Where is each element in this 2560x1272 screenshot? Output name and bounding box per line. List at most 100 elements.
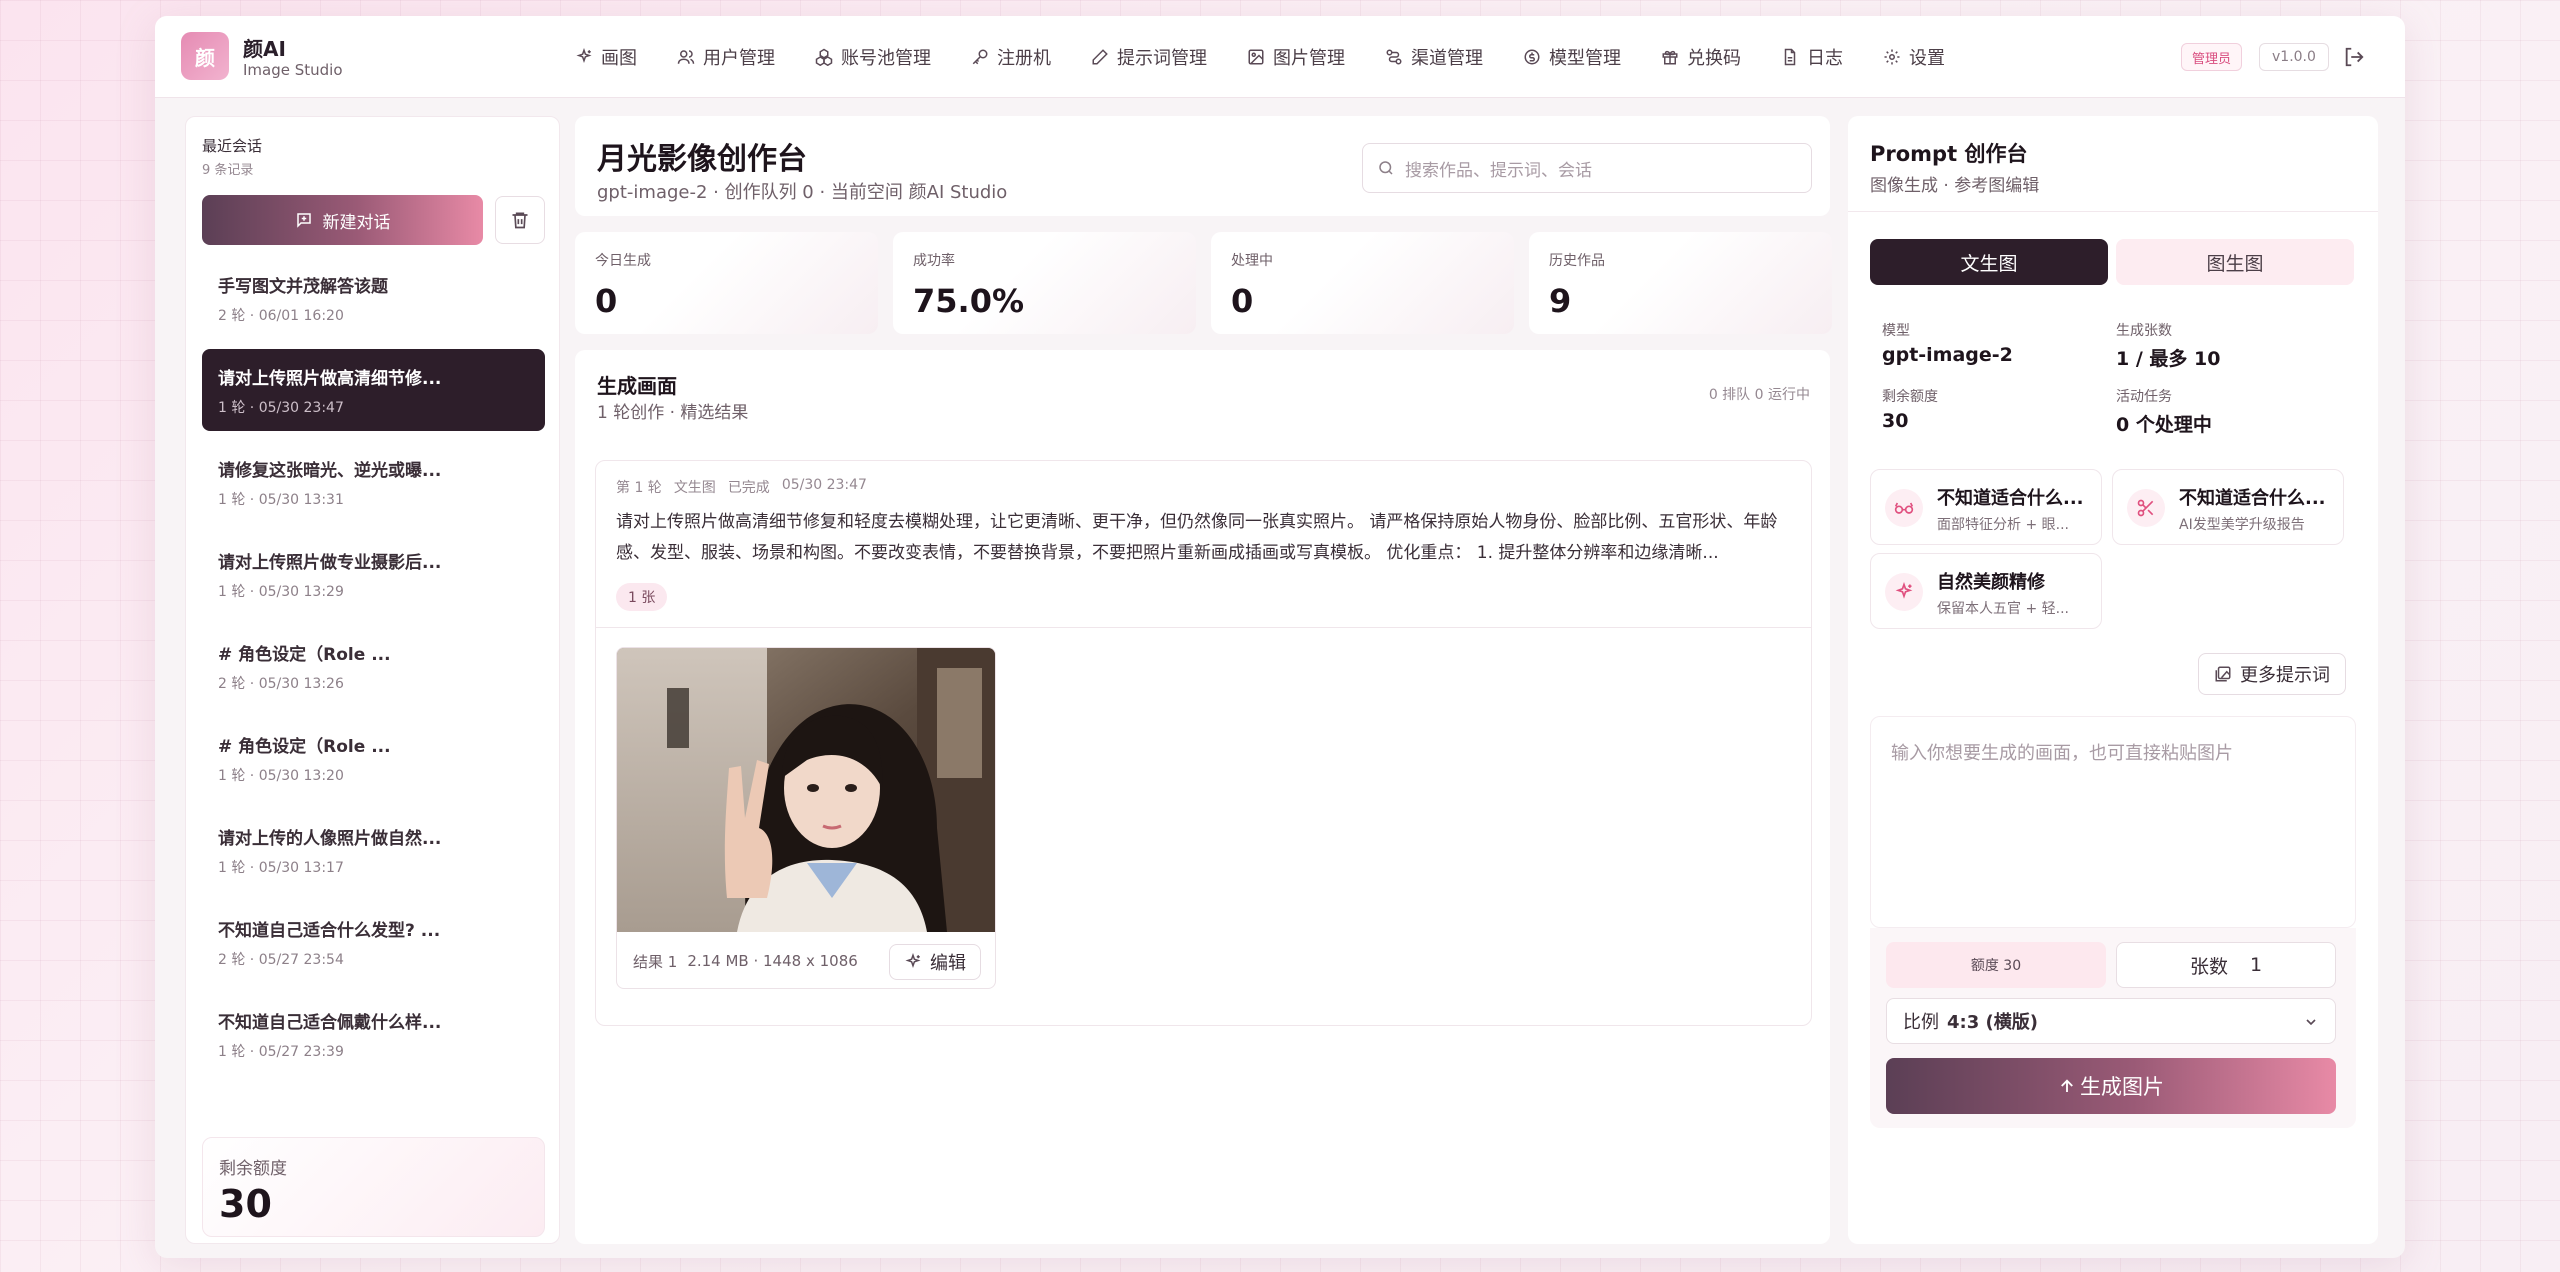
- conversation-item[interactable]: 请对上传照片做专业摄影后... 1 轮 · 05/30 13:29: [202, 533, 545, 615]
- prompt-textarea-container: [1870, 716, 2356, 928]
- brand-name: 颜AI: [243, 37, 286, 61]
- logout-icon[interactable]: [2343, 46, 2365, 68]
- conversation-item[interactable]: 请对上传的人像照片做自然... 1 轮 · 05/30 13:17: [202, 809, 545, 891]
- prompt-textarea[interactable]: [1871, 717, 2355, 927]
- edit-label: 编辑: [930, 953, 966, 974]
- count-value: 1 / 最多 10: [2116, 348, 2221, 370]
- chat-plus-icon: [295, 211, 313, 229]
- page-subtitle: gpt-image-2 · 创作队列 0 · 当前空间 颜AI Studio: [597, 182, 1008, 203]
- page-header-card: 月光影像创作台 gpt-image-2 · 创作队列 0 · 当前空间 颜AI …: [575, 116, 1830, 216]
- stat-value: 0: [595, 282, 618, 320]
- ratio-select[interactable]: 比例 4:3 (横版): [1886, 998, 2336, 1044]
- nav-item-redeem[interactable]: 兑换码: [1641, 37, 1761, 77]
- route-icon: [1385, 48, 1403, 66]
- version-badge: v1.0.0: [2259, 43, 2329, 71]
- task-card: 第 1 轮 文生图 已完成 05/30 23:47 请对上传照片做高清细节修复和…: [595, 460, 1812, 1026]
- nav-item-users[interactable]: 用户管理: [657, 37, 795, 77]
- conversation-title: 不知道自己适合什么发型? ...: [218, 921, 441, 941]
- image-stack-icon: [2214, 665, 2232, 683]
- nav-label: 日志: [1807, 48, 1843, 69]
- brand-logo[interactable]: 颜: [181, 32, 229, 80]
- remaining-quota-card: 剩余额度 30: [202, 1137, 545, 1237]
- template-title: 不知道适合什么...: [1937, 488, 2084, 509]
- conversation-meta: 1 轮 · 05/27 23:39: [218, 1044, 344, 1060]
- brand-subtitle: Image Studio: [243, 61, 343, 79]
- delete-button[interactable]: [495, 196, 545, 244]
- stat-label: 今日生成: [595, 253, 651, 269]
- tab-text-to-image[interactable]: 文生图: [1870, 239, 2108, 285]
- quota-label: 剩余额度: [1882, 389, 1938, 405]
- nav-item-settings[interactable]: 设置: [1863, 37, 1965, 77]
- tab-image-to-image[interactable]: 图生图: [2116, 239, 2354, 285]
- nav-label: 注册机: [997, 48, 1051, 69]
- conversation-item[interactable]: # 角色设定（Role ... 2 轮 · 05/30 13:26: [202, 625, 545, 707]
- conversation-title: 请对上传照片做专业摄影后...: [218, 553, 442, 573]
- task-prompt: 请对上传照片做高清细节修复和轻度去模糊处理，让它更清晰、更干净，但仍然像同一张真…: [616, 512, 1778, 563]
- nav-label: 账号池管理: [841, 48, 931, 69]
- nav-item-register[interactable]: 注册机: [951, 37, 1071, 77]
- top-header: 颜 颜AI Image Studio 画图 用户管理 账号池管理 注册机 提示词…: [155, 16, 2405, 98]
- gift-icon: [1661, 48, 1679, 66]
- more-prompts-button[interactable]: 更多提示词: [2198, 653, 2346, 695]
- nav-label: 设置: [1909, 48, 1945, 69]
- glasses-icon: [1885, 489, 1923, 527]
- ratio-label: 比例: [1903, 1012, 1939, 1033]
- template-card[interactable]: 不知道适合什么... 面部特征分析 + 眼...: [1870, 469, 2102, 545]
- nav-item-account-pool[interactable]: 账号池管理: [795, 37, 951, 77]
- stat-success-rate: 成功率 75.0%: [893, 232, 1196, 334]
- nav-item-logs[interactable]: 日志: [1761, 37, 1863, 77]
- search-icon: [1377, 159, 1395, 177]
- generate-button[interactable]: 生成图片: [1886, 1058, 2336, 1114]
- count-box-label: 张数: [2189, 955, 2228, 978]
- role-badge: 管理员: [2181, 43, 2243, 71]
- conversation-item[interactable]: 不知道自己适合什么发型? ... 2 轮 · 05/27 23:54: [202, 901, 545, 983]
- stat-label: 成功率: [913, 253, 955, 269]
- conversation-item-active[interactable]: 请对上传照片做高清细节修... 1 轮 · 05/30 23:47: [202, 349, 545, 431]
- conversation-title: # 角色设定（Role ...: [218, 737, 391, 757]
- arrow-up-icon: [2058, 1077, 2076, 1095]
- nav-item-channels[interactable]: 渠道管理: [1365, 37, 1503, 77]
- conversation-item[interactable]: 手写图文并茂解答该题 2 轮 · 06/01 16:20: [202, 257, 545, 339]
- template-desc: 保留本人五官 + 轻...: [1937, 601, 2069, 617]
- conversation-meta: 1 轮 · 05/30 13:29: [218, 584, 344, 600]
- template-card[interactable]: 自然美颜精修 保留本人五官 + 轻...: [1870, 553, 2102, 629]
- count-box-value: 1: [2249, 954, 2263, 976]
- gear-icon: [1883, 48, 1901, 66]
- conversation-item[interactable]: # 角色设定（Role ... 1 轮 · 05/30 13:20: [202, 717, 545, 799]
- main-content: 月光影像创作台 gpt-image-2 · 创作队列 0 · 当前空间 颜AI …: [575, 116, 1835, 1244]
- quantity-stepper[interactable]: 张数 1: [2116, 942, 2336, 988]
- sparkle-icon: [575, 48, 593, 66]
- image-icon: [1247, 48, 1265, 66]
- conversation-title: 请修复这张暗光、逆光或曝...: [218, 461, 442, 481]
- new-chat-button[interactable]: 新建对话: [202, 195, 483, 245]
- conversation-meta: 2 轮 · 05/30 13:26: [218, 676, 344, 692]
- active-tasks-value: 0 个处理中: [2116, 414, 2212, 436]
- template-card[interactable]: 不知道适合什么... AI发型美学升级报告: [2112, 469, 2344, 545]
- task-meta: 第 1 轮 文生图 已完成 05/30 23:47: [616, 477, 867, 497]
- nav-label: 提示词管理: [1117, 48, 1207, 69]
- quota-value: 30: [219, 1182, 272, 1226]
- prompt-panel-header: Prompt 创作台 图像生成 · 参考图编辑: [1848, 116, 2378, 212]
- nav-item-prompts[interactable]: 提示词管理: [1071, 37, 1227, 77]
- result-card[interactable]: 结果 1 2.14 MB · 1448 x 1086 编辑: [616, 647, 996, 989]
- conversation-title: 不知道自己适合佩戴什么样...: [218, 1013, 442, 1033]
- conversation-meta: 2 轮 · 06/01 16:20: [218, 308, 344, 324]
- task-round: 第 1 轮: [616, 480, 662, 496]
- nav-item-models[interactable]: 模型管理: [1503, 37, 1641, 77]
- nav-item-draw[interactable]: 画图: [555, 37, 657, 77]
- nav-item-images[interactable]: 图片管理: [1227, 37, 1365, 77]
- conversation-item[interactable]: 不知道自己适合佩戴什么样... 1 轮 · 05/27 23:39: [202, 993, 545, 1075]
- result-image[interactable]: [617, 648, 995, 932]
- stat-label: 历史作品: [1549, 253, 1605, 269]
- conversation-item[interactable]: 请修复这张暗光、逆光或曝... 1 轮 · 05/30 13:31: [202, 441, 545, 523]
- conversation-title: 请对上传的人像照片做自然...: [218, 829, 442, 849]
- conversation-list: 手写图文并茂解答该题 2 轮 · 06/01 16:20 请对上传照片做高清细节修…: [202, 257, 545, 1085]
- queue-status: 0 排队 0 运行中: [1708, 387, 1810, 403]
- template-desc: AI发型美学升级报告: [2179, 517, 2305, 533]
- sparkle-icon: [904, 953, 922, 971]
- coin-icon: [1523, 48, 1541, 66]
- generate-controls: 额度 30 张数 1 比例 4:3 (横版) 生成图片: [1870, 928, 2356, 1128]
- nav-label: 图片管理: [1273, 48, 1345, 69]
- search-input[interactable]: 搜索作品、提示词、会话: [1362, 143, 1812, 193]
- edit-button[interactable]: 编辑: [889, 944, 981, 980]
